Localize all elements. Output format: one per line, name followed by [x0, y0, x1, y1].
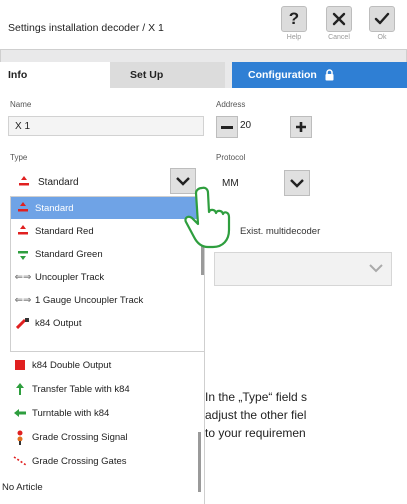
standard-signal-icon — [11, 202, 35, 214]
name-field[interactable]: X 1 — [8, 116, 204, 136]
name-label: Name — [10, 100, 32, 109]
list-item-label: Grade Crossing Gates — [32, 455, 127, 467]
help-caption: Help — [286, 34, 302, 41]
type-dropdown-list: Standard Standard Red Standard Green ⇐⇒ … — [10, 196, 205, 352]
multidecoder-label: Exist. multidecoder — [240, 226, 321, 237]
multidecoder-select[interactable] — [214, 252, 392, 286]
address-value[interactable]: 20 — [240, 120, 280, 131]
standard-signal-icon — [10, 176, 38, 188]
tab-configuration[interactable]: Configuration — [232, 62, 407, 88]
list-item-k84-output[interactable]: k84 Output — [11, 312, 204, 334]
list-item-label: k84 Output — [35, 317, 82, 329]
list-item-transfer-table[interactable]: Transfer Table with k84 — [8, 378, 198, 400]
cancel-caption: Cancel — [328, 34, 350, 41]
list-item-1-gauge-uncoupler[interactable]: ⇐⇒ 1 Gauge Uncoupler Track — [11, 289, 204, 311]
list-item-label: Uncoupler Track — [35, 271, 105, 283]
list-item-grade-crossing-signal[interactable]: Grade Crossing Signal — [8, 426, 198, 448]
chevron-down-icon — [290, 178, 304, 188]
ok-caption: Ok — [377, 34, 387, 41]
minus-icon — [221, 125, 233, 129]
plus-icon — [296, 122, 306, 132]
chevron-down-icon — [176, 176, 190, 186]
uncoupler-icon: ⇐⇒ — [14, 294, 32, 306]
protocol-label: Protocol — [216, 153, 246, 162]
list-item-label: k84 Double Output — [32, 359, 112, 371]
list-item-label: 1 Gauge Uncoupler Track — [35, 294, 144, 306]
cancel-button[interactable]: Cancel — [322, 6, 356, 46]
tab-configuration-label: Configuration — [248, 69, 317, 81]
grade-crossing-signal-icon — [8, 429, 32, 445]
close-icon — [326, 6, 352, 32]
grade-crossing-gates-icon — [8, 455, 32, 467]
list-item-standard-red[interactable]: Standard Red — [11, 220, 204, 242]
list-item-label: Turntable with k84 — [32, 407, 110, 419]
list-item-standard[interactable]: Standard — [11, 197, 204, 219]
standard-green-icon — [11, 248, 35, 260]
list-item-turntable[interactable]: Turntable with k84 — [8, 402, 198, 424]
chevron-down-icon — [369, 264, 383, 276]
dropdown-scrollbar[interactable] — [198, 432, 201, 492]
k84-double-output-icon — [8, 360, 32, 370]
type-select-value: Standard — [38, 176, 79, 188]
transfer-table-icon — [8, 383, 32, 395]
list-item-grade-crossing-gates[interactable]: Grade Crossing Gates — [8, 450, 198, 472]
address-decrement-button[interactable] — [216, 116, 238, 138]
checkmark-icon — [369, 6, 395, 32]
list-item-label: Standard Red — [35, 225, 94, 237]
list-item-uncoupler-track[interactable]: ⇐⇒ Uncoupler Track — [11, 266, 204, 288]
list-item-label: No Article — [2, 481, 43, 493]
description-text: In the „Type“ field s adjust the other f… — [205, 388, 407, 442]
tab-info[interactable]: Info — [0, 62, 110, 88]
k84-output-icon — [11, 317, 35, 329]
dialog-title: Settings installation decoder / X 1 — [8, 22, 164, 34]
description-line-1: In the „Type“ field s — [205, 390, 308, 404]
description-line-3: to your requiremen — [205, 426, 306, 440]
question-icon: ? — [281, 6, 307, 32]
standard-red-icon — [11, 225, 35, 237]
list-item-label: Transfer Table with k84 — [32, 383, 130, 395]
list-item-standard-green[interactable]: Standard Green — [11, 243, 204, 265]
uncoupler-icon: ⇐⇒ — [14, 271, 32, 283]
lock-icon — [324, 69, 335, 81]
list-item-no-article[interactable]: No Article — [0, 476, 200, 498]
title-bar: Settings installation decoder / X 1 ? He… — [0, 0, 407, 50]
pointing-hand-icon — [182, 186, 244, 255]
list-item-label: Standard — [35, 202, 74, 214]
ok-button[interactable]: Ok — [365, 6, 399, 46]
list-item-label: Standard Green — [35, 248, 103, 260]
help-button[interactable]: ? Help — [277, 6, 311, 46]
protocol-dropdown-button[interactable] — [284, 170, 310, 196]
type-dropdown-list-continued: k84 Double Output Transfer Table with k8… — [0, 352, 205, 504]
turntable-icon — [8, 408, 32, 418]
description-line-2: adjust the other fiel — [205, 408, 307, 422]
address-label: Address — [216, 100, 246, 109]
tab-setup[interactable]: Set Up — [110, 62, 225, 88]
list-item-k84-double-output[interactable]: k84 Double Output — [8, 354, 198, 376]
list-item-label: Grade Crossing Signal — [32, 431, 128, 443]
address-increment-button[interactable] — [290, 116, 312, 138]
type-label: Type — [10, 153, 28, 162]
